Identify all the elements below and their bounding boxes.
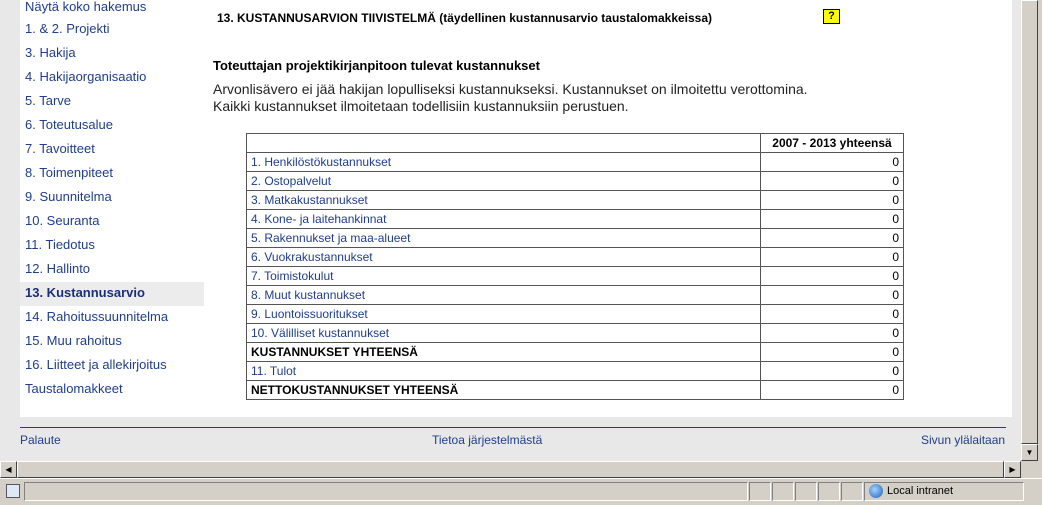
table-row: 1. Henkilöstökustannukset 0	[246, 152, 904, 172]
row-value: 0	[760, 380, 904, 400]
sidebar-item-tarve[interactable]: 5. Tarve	[20, 90, 204, 114]
row-label[interactable]: 11. Tulot	[246, 361, 761, 381]
row-label[interactable]: 6. Vuokrakustannukset	[246, 247, 761, 267]
sidebar-item-suunnitelma[interactable]: 9. Suunnitelma	[20, 186, 204, 210]
table-header-row: 2007 - 2013 yhteensä	[246, 133, 904, 153]
sidebar-item-rahoitussuunnitelma[interactable]: 14. Rahoitussuunnitelma	[20, 306, 204, 330]
row-label[interactable]: 7. Toimistokulut	[246, 266, 761, 286]
status-cell-1	[749, 482, 771, 501]
globe-icon	[869, 484, 883, 498]
row-label[interactable]: 1. Henkilöstökustannukset	[246, 152, 761, 172]
table-row: 11. Tulot 0	[246, 361, 904, 381]
sidebar-item-muu-rahoitus[interactable]: 15. Muu rahoitus	[20, 330, 204, 354]
intro-text: Arvonlisävero ei jää hakijan lopulliseks…	[213, 81, 913, 115]
table-row: 8. Muut kustannukset 0	[246, 285, 904, 305]
sidebar-item-toimenpiteet[interactable]: 8. Toimenpiteet	[20, 162, 204, 186]
sidebar-item-projekti[interactable]: 1. & 2. Projekti	[20, 18, 204, 42]
status-bar: Local intranet	[0, 478, 1042, 505]
page-title: 13. KUSTANNUSARVION TIIVISTELMÄ (täydell…	[217, 11, 713, 25]
scroll-left-arrow-icon[interactable]: ◀	[0, 461, 17, 478]
row-label[interactable]: 10. Välilliset kustannukset	[246, 323, 761, 343]
sidebar-item-tavoitteet[interactable]: 7. Tavoitteet	[20, 138, 204, 162]
table-row: 9. Luontoissuoritukset 0	[246, 304, 904, 324]
horizontal-scrollbar[interactable]: ◀ ▶	[0, 461, 1021, 478]
row-label[interactable]: 3. Matkakustannukset	[246, 190, 761, 210]
sidebar-item-hakija[interactable]: 3. Hakija	[20, 42, 204, 66]
table-row-total: KUSTANNUKSET YHTEENSÄ 0	[246, 342, 904, 362]
help-icon[interactable]: ?	[823, 9, 840, 24]
table-row: 2. Ostopalvelut 0	[246, 171, 904, 191]
section-heading: Toteuttajan projektikirjanpitoon tulevat…	[213, 58, 540, 73]
table-row: 3. Matkakustannukset 0	[246, 190, 904, 210]
sidebar-item-toteutusalue[interactable]: 6. Toteutusalue	[20, 114, 204, 138]
status-cell-4	[818, 482, 840, 501]
sidebar-item-seuranta[interactable]: 10. Seuranta	[20, 210, 204, 234]
row-value: 0	[760, 247, 904, 267]
sidebar-item-tiedotus[interactable]: 11. Tiedotus	[20, 234, 204, 258]
row-value: 0	[760, 361, 904, 381]
scrollbar-corner	[1021, 461, 1042, 478]
header-empty-cell	[246, 133, 761, 153]
sidebar-item-kustannusarvio[interactable]: 13. Kustannusarvio	[20, 282, 204, 306]
sidebar-item-taustalomakkeet[interactable]: Taustalomakkeet	[20, 378, 204, 402]
table-row: 5. Rakennukset ja maa-alueet 0	[246, 228, 904, 248]
row-label[interactable]: 9. Luontoissuoritukset	[246, 304, 761, 324]
scroll-down-arrow-icon[interactable]: ▼	[1021, 444, 1038, 461]
intro-line-1: Arvonlisävero ei jää hakijan lopulliseks…	[213, 81, 808, 97]
status-cell-5	[841, 482, 863, 501]
row-label-net-total: NETTOKUSTANNUKSET YHTEENSÄ	[246, 380, 761, 400]
row-value: 0	[760, 323, 904, 343]
table-row: 10. Välilliset kustannukset 0	[246, 323, 904, 343]
footer-divider	[20, 427, 1006, 428]
row-value: 0	[760, 342, 904, 362]
sidebar-item-show-all[interactable]: Näytä koko hakemus	[20, 0, 204, 18]
status-text-cell	[24, 482, 748, 501]
row-value: 0	[760, 171, 904, 191]
horizontal-scroll-thumb[interactable]	[17, 461, 1004, 478]
row-value: 0	[760, 209, 904, 229]
scroll-right-arrow-icon[interactable]: ▶	[1004, 461, 1021, 478]
table-row: 4. Kone- ja laitehankinnat 0	[246, 209, 904, 229]
row-label[interactable]: 2. Ostopalvelut	[246, 171, 761, 191]
main-content: 13. KUSTANNUSARVION TIIVISTELMÄ (täydell…	[204, 0, 1012, 417]
status-cell-2	[772, 482, 794, 501]
about-system-link[interactable]: Tietoa järjestelmästä	[432, 433, 542, 447]
sidebar-item-liitteet[interactable]: 16. Liitteet ja allekirjoitus	[20, 354, 204, 378]
table-row: 7. Toimistokulut 0	[246, 266, 904, 286]
security-zone-label: Local intranet	[887, 485, 954, 497]
sidebar-item-hallinto[interactable]: 12. Hallinto	[20, 258, 204, 282]
row-value: 0	[760, 152, 904, 172]
vertical-scroll-thumb[interactable]	[1021, 0, 1038, 444]
window-edge	[1038, 0, 1042, 461]
intro-line-2: Kaikki kustannukset ilmoitetaan todellis…	[213, 98, 629, 114]
page-icon	[6, 484, 20, 498]
table-row: 6. Vuokrakustannukset 0	[246, 247, 904, 267]
row-label-total: KUSTANNUKSET YHTEENSÄ	[246, 342, 761, 362]
row-value: 0	[760, 190, 904, 210]
status-cell-3	[795, 482, 817, 501]
row-value: 0	[760, 228, 904, 248]
cost-summary-table: 2007 - 2013 yhteensä 1. Henkilöstökustan…	[246, 133, 904, 400]
row-label[interactable]: 4. Kone- ja laitehankinnat	[246, 209, 761, 229]
back-to-top-link[interactable]: Sivun ylälaitaan	[921, 433, 1005, 447]
row-value: 0	[760, 285, 904, 305]
row-label[interactable]: 5. Rakennukset ja maa-alueet	[246, 228, 761, 248]
header-total: 2007 - 2013 yhteensä	[760, 133, 904, 153]
row-value: 0	[760, 266, 904, 286]
feedback-link[interactable]: Palaute	[20, 433, 61, 447]
browser-viewport: Näytä koko hakemus 1. & 2. Projekti 3. H…	[0, 0, 1021, 461]
sidebar-nav: Näytä koko hakemus 1. & 2. Projekti 3. H…	[20, 0, 204, 417]
table-row-net-total: NETTOKUSTANNUKSET YHTEENSÄ 0	[246, 380, 904, 400]
vertical-scrollbar[interactable]: ▼	[1021, 0, 1038, 461]
row-label[interactable]: 8. Muut kustannukset	[246, 285, 761, 305]
sidebar-item-hakijaorganisaatio[interactable]: 4. Hakijaorganisaatio	[20, 66, 204, 90]
row-value: 0	[760, 304, 904, 324]
